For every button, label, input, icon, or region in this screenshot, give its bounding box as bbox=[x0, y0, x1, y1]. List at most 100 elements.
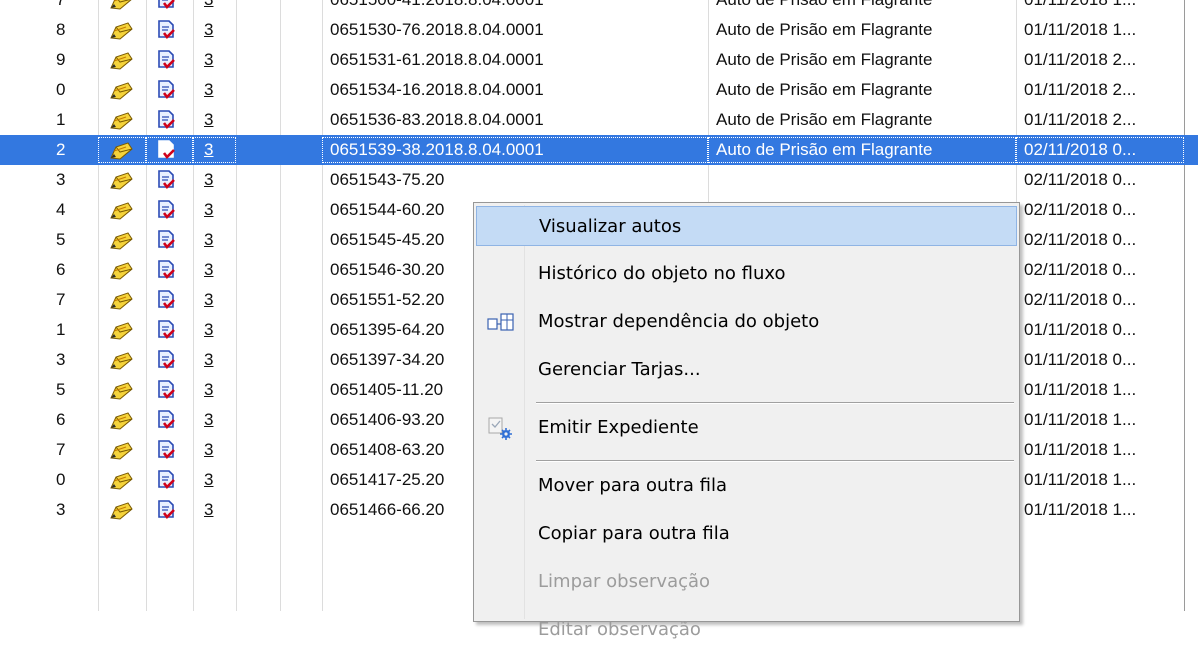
class-cell: Auto de Prisão em Flagrante bbox=[716, 0, 1016, 15]
date-cell: 01/11/2018 1... bbox=[1024, 500, 1137, 519]
version-link[interactable]: 3 bbox=[204, 375, 220, 405]
date-cell: 02/11/2018 0... bbox=[1024, 290, 1137, 309]
process-number-cell: 0651531-61.2018.8.04.0001 bbox=[330, 50, 544, 69]
document-check-icon[interactable] bbox=[156, 229, 176, 251]
version-link[interactable]: 3 bbox=[204, 255, 220, 285]
date-cell: 02/11/2018 0... bbox=[1024, 200, 1137, 219]
version-link[interactable]: 3 bbox=[204, 105, 220, 135]
date-cell: 01/11/2018 1... bbox=[1024, 440, 1137, 459]
date-cell: 01/11/2018 1... bbox=[1024, 380, 1137, 399]
document-check-icon[interactable] bbox=[156, 319, 176, 341]
pencil-note-icon[interactable] bbox=[108, 49, 134, 71]
row-index-cell: 3 bbox=[56, 350, 66, 369]
menu-item-gerenciar-tarjas[interactable]: Gerenciar Tarjas... bbox=[476, 350, 1017, 390]
version-link[interactable]: 3 bbox=[204, 195, 220, 225]
version-link[interactable]: 3 bbox=[204, 435, 220, 465]
row-index-cell: 2 bbox=[56, 140, 66, 159]
context-menu[interactable]: Visualizar autos Histórico do objeto no f… bbox=[473, 202, 1020, 640]
class-cell: Auto de Prisão em Flagrante bbox=[716, 110, 933, 129]
pencil-note-icon[interactable] bbox=[108, 499, 134, 521]
version-link[interactable]: 3 bbox=[204, 465, 220, 495]
pencil-note-icon[interactable] bbox=[108, 19, 134, 41]
document-check-icon[interactable] bbox=[156, 379, 176, 401]
focus-outline bbox=[146, 137, 193, 163]
version-link[interactable]: 3 bbox=[204, 15, 220, 45]
pencil-note-icon[interactable] bbox=[108, 469, 134, 491]
menu-item-mover-para-outra-fila[interactable]: Mover para outra fila bbox=[476, 466, 1017, 506]
dependency-icon bbox=[486, 310, 518, 334]
document-check-icon[interactable] bbox=[156, 0, 176, 11]
row-index-cell: 7 bbox=[56, 0, 86, 15]
pencil-note-icon[interactable] bbox=[108, 0, 134, 11]
row-index-cell: 5 bbox=[56, 230, 66, 249]
menu-item-editar-observacao: Editar observação bbox=[476, 610, 1017, 650]
pencil-note-icon[interactable] bbox=[108, 319, 134, 341]
version-link[interactable]: 3 bbox=[204, 285, 220, 315]
menu-item-label: Gerenciar Tarjas... bbox=[538, 359, 701, 380]
menu-item-label: Limpar observação bbox=[538, 571, 711, 592]
row-index-cell: 0 bbox=[56, 80, 66, 99]
menu-item-emitir-expediente[interactable]: Emitir Expediente bbox=[476, 408, 1017, 448]
version-link[interactable]: 3 bbox=[204, 315, 220, 345]
document-check-icon[interactable] bbox=[156, 349, 176, 371]
version-link[interactable]: 3 bbox=[204, 165, 220, 195]
date-cell: 01/11/2018 2... bbox=[1024, 50, 1137, 69]
process-number-cell: 0651530-76.2018.8.04.0001 bbox=[330, 20, 544, 39]
table-row[interactable]: 1 3 0651536-83.2018.8.04.0001 Auto de Prisã… bbox=[0, 105, 1198, 135]
pencil-note-icon[interactable] bbox=[108, 229, 134, 251]
version-link[interactable]: 3 bbox=[204, 75, 220, 105]
version-link[interactable]: 3 bbox=[204, 405, 220, 435]
menu-item-copiar-para-outra-fila[interactable]: Copiar para outra fila bbox=[476, 514, 1017, 554]
table-row[interactable]: 8 3 0651530-76.2018.8.04.0001 Auto de Prisã… bbox=[0, 15, 1198, 45]
version-link[interactable]: 3 bbox=[204, 495, 220, 525]
pencil-note-icon[interactable] bbox=[108, 199, 134, 221]
row-index-cell: 4 bbox=[56, 200, 66, 219]
document-check-icon[interactable] bbox=[156, 469, 176, 491]
row-index-cell: 0 bbox=[56, 470, 66, 489]
document-check-icon[interactable] bbox=[156, 259, 176, 281]
table-row[interactable]: 0 3 0651534-16.2018.8.04.0001 Auto de Prisã… bbox=[0, 75, 1198, 105]
date-cell: 01/11/2018 1... bbox=[1024, 0, 1174, 15]
menu-item-label: Copiar para outra fila bbox=[538, 523, 730, 544]
date-cell: 01/11/2018 0... bbox=[1024, 320, 1137, 339]
pencil-note-icon[interactable] bbox=[108, 379, 134, 401]
version-link[interactable]: 3 bbox=[204, 345, 220, 375]
pencil-note-icon[interactable] bbox=[108, 409, 134, 431]
document-check-icon[interactable] bbox=[156, 409, 176, 431]
focus-outline bbox=[98, 137, 146, 163]
class-cell: Auto de Prisão em Flagrante bbox=[716, 50, 933, 69]
table-row[interactable]: 7 3 0651500-41.2018.8.04.0001 Auto de Prisã… bbox=[0, 0, 1198, 15]
menu-item-label: Emitir Expediente bbox=[538, 417, 699, 438]
menu-item-historico-do-objeto-no-fluxo[interactable]: Histórico do objeto no fluxo bbox=[476, 254, 1017, 294]
document-check-icon[interactable] bbox=[156, 199, 176, 221]
document-check-icon[interactable] bbox=[156, 499, 176, 521]
pencil-note-icon[interactable] bbox=[108, 349, 134, 371]
table-row[interactable]: 2 3 0651539-38.2018.8.04.0001 Auto de Prisã… bbox=[0, 135, 1198, 165]
document-check-icon[interactable] bbox=[156, 19, 176, 41]
pencil-note-icon[interactable] bbox=[108, 439, 134, 461]
pencil-note-icon[interactable] bbox=[108, 259, 134, 281]
table-row[interactable]: 9 3 0651531-61.2018.8.04.0001 Auto de Prisã… bbox=[0, 45, 1198, 75]
pencil-note-icon[interactable] bbox=[108, 289, 134, 311]
document-check-icon[interactable] bbox=[156, 109, 176, 131]
menu-item-label: Mover para outra fila bbox=[538, 475, 727, 496]
document-check-icon[interactable] bbox=[156, 169, 176, 191]
row-index-cell: 9 bbox=[56, 50, 66, 69]
document-check-icon[interactable] bbox=[156, 79, 176, 101]
date-cell: 02/11/2018 0... bbox=[1024, 230, 1137, 249]
document-check-icon[interactable] bbox=[156, 439, 176, 461]
row-index-cell: 3 bbox=[56, 170, 66, 189]
document-check-icon[interactable] bbox=[156, 49, 176, 71]
pencil-note-icon[interactable] bbox=[108, 79, 134, 101]
process-number-cell: 0651534-16.2018.8.04.0001 bbox=[330, 80, 544, 99]
version-link[interactable]: 3 bbox=[204, 45, 220, 75]
pencil-note-icon[interactable] bbox=[108, 169, 134, 191]
version-link[interactable]: 3 bbox=[204, 0, 220, 15]
version-link[interactable]: 3 bbox=[204, 225, 220, 255]
menu-item-visualizar-autos[interactable]: Visualizar autos bbox=[476, 206, 1017, 246]
table-row[interactable]: 3 3 0651543-75.20 02/11/2018 0... bbox=[0, 165, 1198, 195]
document-check-icon[interactable] bbox=[156, 289, 176, 311]
pencil-note-icon[interactable] bbox=[108, 109, 134, 131]
menu-item-mostrar-dependencia-do-objeto[interactable]: Mostrar dependência do objeto bbox=[476, 302, 1017, 342]
class-cell: Auto de Prisão em Flagrante bbox=[716, 80, 933, 99]
